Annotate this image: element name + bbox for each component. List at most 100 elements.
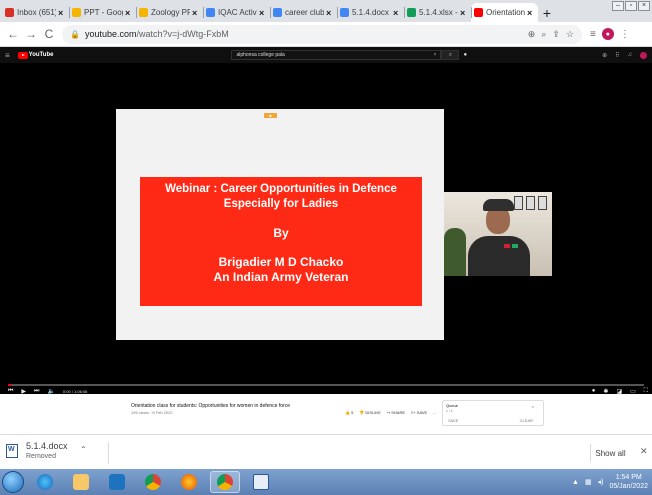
toolbar-right: ≡ ● ⋮: [590, 28, 630, 40]
video-progress-bar[interactable]: [8, 384, 644, 386]
search-input[interactable]: alphonsa college pala ×: [231, 50, 442, 60]
download-item[interactable]: 5.1.4.docx Removed: [6, 441, 68, 460]
clear-search-icon[interactable]: ×: [434, 52, 437, 58]
reload-button[interactable]: C: [40, 25, 58, 43]
start-button[interactable]: [2, 471, 24, 493]
close-icon[interactable]: ×: [125, 8, 133, 18]
slide-logo-icon: ■: [264, 113, 277, 118]
taskbar-ie[interactable]: [30, 471, 60, 493]
taskbar-word[interactable]: [246, 471, 276, 493]
close-shelf-icon[interactable]: ✕: [640, 446, 648, 457]
apps-icon[interactable]: ⠿: [615, 52, 619, 59]
new-tab-button[interactable]: +: [538, 3, 556, 22]
more-actions-button[interactable]: ...: [433, 410, 436, 415]
progress-fill: [8, 384, 12, 386]
clock-time: 1:54 PM: [615, 474, 642, 481]
zoom-icon[interactable]: ⌕: [541, 29, 546, 40]
forward-button[interactable]: →: [22, 25, 40, 43]
tab-ppt[interactable]: PPT - Google D×: [69, 3, 136, 22]
slide-title-box: Webinar : Career Opportunities in Defenc…: [140, 177, 422, 306]
chevron-up-icon[interactable]: ⌃: [80, 445, 87, 454]
taskbar-explorer[interactable]: [66, 471, 96, 493]
tab-orientation[interactable]: Orientation cla×: [471, 3, 538, 22]
share-icon[interactable]: ⇪: [552, 29, 560, 40]
reading-list-icon[interactable]: ≡: [590, 29, 596, 40]
create-icon[interactable]: ⊕: [602, 52, 607, 59]
close-icon[interactable]: ×: [326, 8, 334, 18]
taskbar-firefox[interactable]: [174, 471, 204, 493]
close-icon[interactable]: ×: [527, 8, 535, 18]
youtube-header-right: ⊕ ⠿ ♫: [602, 51, 647, 59]
like-count: 5: [351, 410, 354, 415]
tab-iqac[interactable]: IQAC Activity -×: [203, 3, 270, 22]
minimize-button[interactable]: –: [612, 1, 624, 11]
taskbar-chrome[interactable]: [138, 471, 168, 493]
chrome-icon: [217, 474, 233, 490]
like-button[interactable]: 👍 5: [345, 410, 353, 415]
tab-title: IQAC Activity -: [218, 8, 257, 17]
youtube-avatar[interactable]: [640, 51, 647, 59]
dislike-button[interactable]: 👎 DISLIKE: [359, 410, 380, 415]
network-icon[interactable]: ▦: [585, 478, 592, 486]
youtube-logo[interactable]: YouTube: [17, 51, 53, 59]
browser-toolbar: ← → C 🔒 youtube.com/watch?v=j-dWtg-FxbM …: [0, 22, 652, 47]
video-actions: 👍 5 👎 DISLIKE ↪ SHARE ≡+ SAVE ...: [345, 410, 437, 415]
search-button[interactable]: ⌕: [441, 50, 460, 60]
back-button[interactable]: ←: [4, 25, 22, 43]
taskbar-outlook[interactable]: [102, 471, 132, 493]
tab-inbox[interactable]: Inbox (651) - ri×: [2, 3, 69, 22]
video-slide[interactable]: ■ Webinar : Career Opportunities in Defe…: [116, 109, 444, 340]
download-shelf: 5.1.4.docx Removed ⌃ Show all ✕: [0, 434, 652, 469]
youtube-icon: [474, 8, 483, 17]
profile-avatar[interactable]: ●: [601, 28, 614, 40]
youtube-play-icon: [17, 51, 28, 59]
queue-save-button[interactable]: SAVE: [448, 418, 458, 423]
share-button[interactable]: ↪ SHARE: [387, 410, 405, 415]
divider: [108, 442, 109, 464]
url-host: youtube.com: [84, 29, 137, 39]
show-all-button[interactable]: Show all: [590, 444, 630, 462]
close-icon[interactable]: ×: [192, 8, 200, 18]
slide-line-5: An Indian Army Veteran: [213, 270, 349, 284]
tab-xlsx[interactable]: 5.1.4.xlsx - Goo×: [404, 3, 471, 22]
close-icon[interactable]: ×: [58, 8, 66, 18]
ie-icon: [37, 474, 53, 490]
address-bar[interactable]: 🔒 youtube.com/watch?v=j-dWtg-FxbM ⊕ ⌕ ⇪ …: [62, 24, 582, 44]
dislike-label: DISLIKE: [365, 410, 381, 415]
tab-title: career club rep: [285, 8, 324, 17]
word-document-icon: [6, 443, 18, 458]
share-label: SHARE: [391, 410, 406, 415]
omnibox-icons: ⊕ ⌕ ⇪ ☆: [528, 29, 574, 40]
microphone-icon[interactable]: ●: [463, 52, 467, 58]
close-icon[interactable]: ×: [393, 8, 401, 18]
show-hidden-icons[interactable]: ▲: [572, 479, 579, 486]
close-window-button[interactable]: ×: [638, 1, 650, 11]
close-icon[interactable]: ×: [460, 8, 468, 18]
docs-icon: [273, 8, 282, 17]
speaker-cap: [483, 199, 514, 211]
clock[interactable]: 1:54 PM 05/Jan/2022: [609, 473, 648, 491]
volume-tray-icon[interactable]: ◂): [598, 478, 604, 486]
queue-expand-icon[interactable]: ⌃: [531, 406, 535, 412]
docs-icon: [206, 8, 215, 17]
save-button[interactable]: ≡+ SAVE: [411, 410, 427, 415]
tab-title: PPT - Google D: [84, 8, 123, 17]
install-icon[interactable]: ⊕: [528, 29, 536, 40]
taskbar-chrome-active[interactable]: [210, 471, 240, 493]
queue-count: 1 / 1: [446, 409, 453, 413]
slide-line-4: Brigadier M D Chacko: [218, 255, 344, 269]
bookmark-star-icon[interactable]: ☆: [566, 29, 574, 40]
tab-strip: Inbox (651) - ri× PPT - Google D× Zoolog…: [0, 0, 652, 22]
plant: [444, 228, 466, 276]
tab-career[interactable]: career club rep×: [270, 3, 337, 22]
hamburger-menu-icon[interactable]: ≡: [5, 51, 10, 60]
close-icon[interactable]: ×: [259, 8, 267, 18]
maximize-button[interactable]: ▫: [625, 1, 637, 11]
video-info: Orientation class for students: Opportun…: [0, 394, 652, 434]
tab-docx[interactable]: 5.1.4.docx - Go×: [337, 3, 404, 22]
notifications-icon[interactable]: ♫: [628, 52, 633, 58]
menu-icon[interactable]: ⋮: [620, 29, 630, 40]
tab-zoology[interactable]: Zoology PPT 20×: [136, 3, 203, 22]
drive-icon: [72, 8, 81, 17]
queue-clear-button[interactable]: CLEAR: [520, 418, 533, 423]
